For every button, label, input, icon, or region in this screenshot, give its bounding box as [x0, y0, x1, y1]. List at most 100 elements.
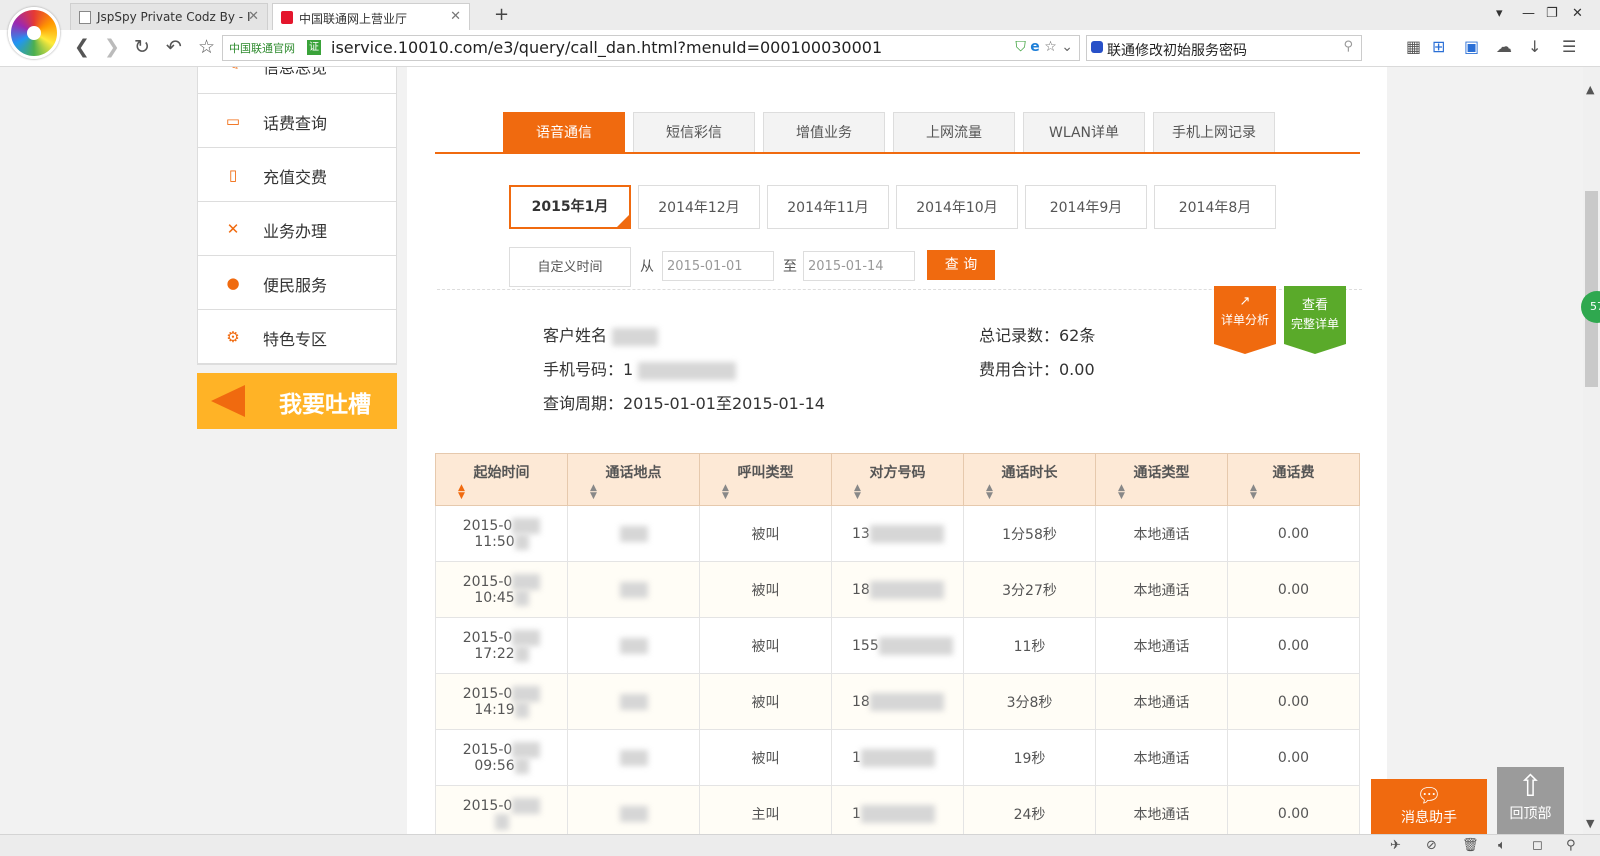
minimize-icon[interactable]: —	[1522, 6, 1535, 21]
ie-mode-icon[interactable]: e	[1030, 39, 1040, 55]
sidebar-item-bill[interactable]: ▭ 话费查询	[198, 94, 396, 148]
analysis-ribbon[interactable]: ↗ 详单分析	[1214, 286, 1276, 354]
url-text[interactable]: iservice.10010.com/e3/query/call_dan.htm…	[331, 38, 882, 57]
reload-icon[interactable]: ↻	[134, 36, 150, 58]
page-scrollbar[interactable]: ▲ ▼	[1583, 67, 1600, 834]
tab-data-traffic[interactable]: 上网流量	[893, 112, 1015, 152]
sort-icon[interactable]: ▲ ▼	[590, 484, 597, 501]
location-cell	[567, 729, 700, 786]
favorite-star-icon[interactable]: ☆	[1044, 39, 1057, 55]
browser-logo[interactable]	[8, 7, 60, 59]
undo-icon[interactable]: ↶	[166, 36, 182, 58]
back-icon[interactable]: ❮	[74, 36, 90, 58]
shield-icon[interactable]: ⛉	[1015, 39, 1026, 55]
scroll-up-icon[interactable]: ▲	[1586, 83, 1594, 96]
forward-icon[interactable]: ❯	[104, 36, 120, 58]
tab-sms[interactable]: 短信彩信	[633, 112, 755, 152]
translate-icon[interactable]: ⊞	[1432, 37, 1445, 56]
apps-grid-icon[interactable]: ▦	[1406, 37, 1421, 56]
tab-value-added[interactable]: 增值业务	[763, 112, 885, 152]
column-header[interactable]: 通话地点 ▲ ▼	[567, 453, 700, 506]
table-header-row: 起始时间 ▲ ▼ 通话地点 ▲ ▼ 呼叫类型 ▲ ▼ 对方号码 ▲ ▼ 通话时长 ▲ ▼ 通话类型 ▲…	[435, 453, 1360, 506]
month-button[interactable]: 2014年8月	[1154, 185, 1276, 229]
scroll-down-icon[interactable]: ▼	[1586, 817, 1594, 830]
sort-icon[interactable]: ▲ ▼	[986, 484, 993, 501]
fullscreen-icon[interactable]: ◻	[1532, 838, 1543, 853]
shirt-icon[interactable]: ▾	[1496, 6, 1503, 21]
sidebar-item-label: 话费查询	[263, 114, 328, 133]
column-header[interactable]: 通话费 ▲ ▼	[1227, 453, 1360, 506]
number-cell: 18	[831, 561, 964, 618]
chevron-down-icon[interactable]: ⌄	[1061, 39, 1073, 55]
redacted-location	[619, 693, 648, 710]
screenshot-icon[interactable]: ▣	[1464, 37, 1479, 56]
back-to-top-button[interactable]: ⇧ 回顶部	[1497, 767, 1564, 834]
new-tab-icon[interactable]: +	[494, 4, 509, 25]
address-bar[interactable]: 中国联通官网 证 iservice.10010.com/e3/query/cal…	[222, 35, 1080, 61]
start-date-input[interactable]	[662, 251, 774, 281]
sidebar-item-overview[interactable]: ✎ 信息总览	[198, 67, 396, 94]
redacted-location	[619, 805, 648, 822]
close-icon[interactable]: ✕	[450, 9, 461, 24]
sort-icon[interactable]: ▲ ▼	[458, 484, 465, 501]
sort-icon[interactable]: ▲ ▼	[854, 484, 861, 501]
column-header[interactable]: 起始时间 ▲ ▼	[435, 453, 568, 506]
search-icon[interactable]: ⚲	[1343, 39, 1353, 54]
start-time-cell: 2015-0 14:19	[435, 673, 568, 730]
column-header[interactable]: 通话类型 ▲ ▼	[1095, 453, 1228, 506]
time-text: 17:22	[474, 645, 515, 662]
browser-tab-jspspy[interactable]: JspSpy Private Codz By - I ✕	[70, 3, 268, 30]
bookmark-star-icon[interactable]: ☆	[198, 36, 215, 58]
query-button[interactable]: 查 询	[927, 250, 995, 280]
speed-icon[interactable]: ⊘	[1426, 838, 1437, 853]
custom-time-button[interactable]: 自定义时间	[509, 247, 631, 287]
restore-icon[interactable]: ❐	[1546, 6, 1558, 21]
full-detail-ribbon[interactable]: 查看 完整详单	[1284, 286, 1346, 354]
month-button[interactable]: 2014年9月	[1025, 185, 1147, 229]
sort-icon[interactable]: ▲ ▼	[722, 484, 729, 501]
redacted-time	[514, 645, 529, 662]
sort-icon[interactable]: ▲ ▼	[1118, 484, 1125, 501]
call-category-cell: 本地通话	[1095, 673, 1228, 730]
tab-wlan[interactable]: WLAN详单	[1023, 112, 1145, 152]
sort-icon[interactable]: ▲ ▼	[1250, 484, 1257, 501]
tab-voice[interactable]: 语音通信	[503, 112, 625, 152]
browser-tab-unicom[interactable]: 中国联通网上营业厅 ✕	[272, 3, 470, 30]
tab-mobile-internet[interactable]: 手机上网记录	[1153, 112, 1275, 152]
sidebar-item-business[interactable]: ✕ 业务办理	[198, 202, 396, 256]
menu-icon[interactable]: ☰	[1562, 37, 1576, 56]
month-button[interactable]: 2014年10月	[896, 185, 1018, 229]
pin-icon[interactable]: ✈	[1390, 838, 1401, 853]
complaint-banner[interactable]: 我要吐槽	[197, 373, 397, 429]
baidu-paw-icon[interactable]	[1091, 41, 1103, 53]
close-window-icon[interactable]: ✕	[1572, 6, 1583, 21]
certificate-badge[interactable]: 证	[307, 40, 321, 55]
time-text: 10:45	[474, 589, 515, 606]
scroll-thumb[interactable]	[1585, 191, 1598, 387]
column-header[interactable]: 通话时长 ▲ ▼	[963, 453, 1096, 506]
sidebar-item-label: 特色专区	[263, 330, 328, 349]
end-date-input[interactable]	[803, 251, 915, 281]
table-body: 2015-0 11:50 被叫 13 1分58秒 本地通话 0.00 2015-0 10:45 被…	[435, 505, 1360, 834]
close-icon[interactable]: ✕	[248, 9, 259, 24]
search-box[interactable]: 联通修改初始服务密码 ⚲	[1086, 35, 1362, 61]
volume-icon[interactable]: 🔈︎	[1498, 838, 1506, 853]
month-button[interactable]: 2015年1月	[509, 185, 631, 229]
redacted-date	[512, 741, 541, 758]
number-cell: 13	[831, 505, 964, 562]
message-helper-button[interactable]: 💬︎ 消息助手	[1371, 779, 1487, 834]
cloud-icon[interactable]: ☁	[1496, 37, 1512, 56]
sidebar-item-recharge[interactable]: ▯ 充值交费	[198, 148, 396, 202]
sidebar-item-services[interactable]: ● 便民服务	[198, 256, 396, 310]
column-header[interactable]: 对方号码 ▲ ▼	[831, 453, 964, 506]
zoom-icon[interactable]: ⚲	[1566, 838, 1576, 853]
column-header[interactable]: 呼叫类型 ▲ ▼	[699, 453, 832, 506]
month-button[interactable]: 2014年11月	[767, 185, 889, 229]
trash-icon[interactable]: 🗑︎	[1462, 838, 1479, 853]
search-input-text[interactable]: 联通修改初始服务密码	[1107, 40, 1247, 60]
fee-cell: 0.00	[1227, 617, 1360, 674]
download-icon[interactable]: ↓	[1528, 37, 1541, 56]
sidebar-item-featured[interactable]: ⚙ 特色专区	[198, 310, 396, 364]
call-type-cell: 被叫	[699, 673, 832, 730]
month-button[interactable]: 2014年12月	[638, 185, 760, 229]
